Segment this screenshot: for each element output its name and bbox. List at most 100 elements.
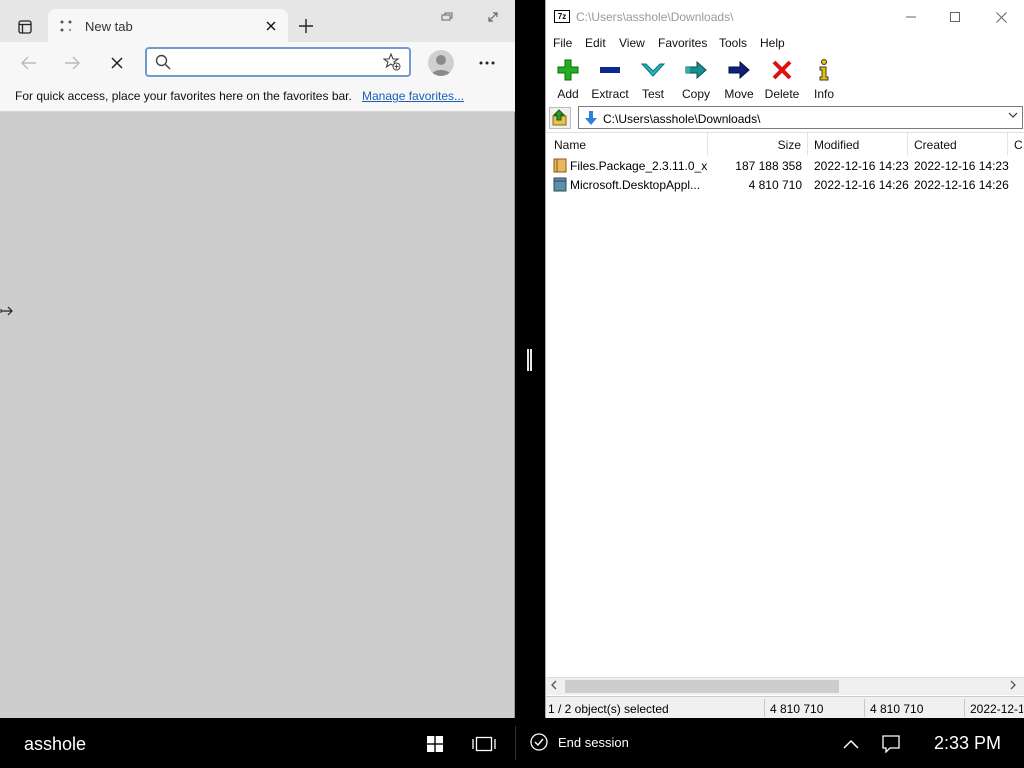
extract-icon <box>600 67 620 73</box>
column-header-created[interactable]: Created <box>908 133 1008 155</box>
add-button[interactable]: Add <box>546 58 590 102</box>
folder-up-button[interactable] <box>549 107 571 129</box>
favorites-bar-message: For quick access, place your favorites h… <box>15 89 352 103</box>
tab-new-tab[interactable]: New tab <box>48 9 288 42</box>
chevron-down-icon[interactable] <box>1008 110 1018 121</box>
column-header-extra[interactable]: C <box>1008 133 1024 155</box>
taskbar-clock[interactable]: 2:33 PM <box>934 733 1001 754</box>
back-button[interactable] <box>15 50 43 76</box>
column-header-size[interactable]: Size <box>708 133 808 155</box>
column-header-modified[interactable]: Modified <box>808 133 908 155</box>
path-combobox[interactable]: C:\Users\asshole\Downloads\ <box>578 106 1023 129</box>
taskbar-user-name: asshole <box>24 734 87 754</box>
test-button[interactable]: Test <box>631 58 675 102</box>
file-created: 2022-12-16 14:26 <box>914 178 1009 192</box>
menu-view[interactable]: View <box>619 36 645 50</box>
new-tab-button[interactable] <box>294 14 318 38</box>
resize-cursor-icon <box>0 304 14 321</box>
add-favorite-icon[interactable] <box>382 52 401 74</box>
restore-icon[interactable] <box>436 8 458 26</box>
notification-icon <box>882 735 900 753</box>
scroll-left-icon[interactable] <box>551 680 557 693</box>
navigation-bar <box>0 42 515 82</box>
copy-icon <box>685 60 707 80</box>
status-date: 2022-12-1 <box>970 702 1023 716</box>
more-options-icon[interactable] <box>474 51 500 75</box>
file-modified: 2022-12-16 14:26 <box>814 178 909 192</box>
sevenzip-app-icon: 7z <box>554 10 570 23</box>
extract-label: Extract <box>591 87 629 101</box>
delete-label: Delete <box>764 87 800 101</box>
forward-button[interactable] <box>58 50 86 76</box>
info-button[interactable]: Info <box>802 58 846 102</box>
browser-window: New tab For quick access, place your fav… <box>0 0 515 718</box>
search-icon <box>155 54 171 73</box>
tab-actions-icon[interactable] <box>12 15 38 39</box>
minimize-icon[interactable] <box>896 6 926 28</box>
copy-button[interactable]: Copy <box>674 58 718 102</box>
scroll-right-icon[interactable] <box>1010 680 1016 693</box>
close-icon[interactable] <box>986 6 1016 28</box>
snap-divider-handle[interactable] <box>527 349 532 371</box>
status-size: 4 810 710 <box>770 702 824 716</box>
window-title: C:\Users\asshole\Downloads\ <box>576 10 734 24</box>
download-folder-icon <box>583 110 599 129</box>
chevron-up-icon <box>843 739 859 749</box>
delete-icon <box>772 60 792 80</box>
address-input[interactable] <box>179 52 374 72</box>
manage-favorites-link[interactable]: Manage favorites... <box>362 89 464 103</box>
maximize-icon[interactable] <box>940 6 970 28</box>
start-button[interactable] <box>421 730 449 758</box>
windows-logo-icon <box>427 736 443 752</box>
taskbar: asshole End session 2:33 PM <box>0 718 1024 768</box>
stop-loading-button[interactable] <box>103 50 131 76</box>
end-session-button[interactable]: End session <box>530 733 629 751</box>
menu-tools[interactable]: Tools <box>719 36 747 50</box>
menu-help[interactable]: Help <box>760 36 785 50</box>
tab-strip: New tab <box>0 0 515 42</box>
status-selection: 1 / 2 object(s) selected <box>548 702 669 716</box>
table-row[interactable]: Files.Package_2.3.11.0_x... 187 188 358 … <box>546 156 1024 175</box>
toolbar: Add Extract Test Copy Move Delete Info <box>546 54 1024 104</box>
path-text: C:\Users\asshole\Downloads\ <box>603 112 761 126</box>
extract-button[interactable]: Extract <box>588 58 632 102</box>
path-bar: C:\Users\asshole\Downloads\ <box>546 105 1024 129</box>
sevenzip-titlebar: 7z C:\Users\asshole\Downloads\ <box>546 0 1024 32</box>
task-view-button[interactable] <box>470 730 498 758</box>
move-icon <box>728 60 750 80</box>
bundle-file-icon <box>553 177 567 192</box>
file-name: Microsoft.DesktopAppl... <box>570 178 701 192</box>
test-icon <box>641 63 665 77</box>
menu-edit[interactable]: Edit <box>585 36 606 50</box>
menu-file[interactable]: File <box>553 36 572 50</box>
action-center-button[interactable] <box>877 730 905 758</box>
check-circle-icon <box>530 733 548 751</box>
info-icon <box>819 59 829 81</box>
move-button[interactable]: Move <box>717 58 761 102</box>
delete-button[interactable]: Delete <box>760 58 804 102</box>
column-header-name[interactable]: Name <box>546 133 708 155</box>
menu-bar: File Edit View Favorites Tools Help <box>546 32 1024 54</box>
profile-avatar[interactable] <box>428 50 454 76</box>
task-view-icon <box>472 736 496 752</box>
expand-icon[interactable] <box>482 8 504 26</box>
tab-close-icon[interactable] <box>262 17 280 35</box>
show-hidden-icons-button[interactable] <box>837 730 865 758</box>
file-list: Name Size Modified Created C Files.Packa… <box>546 132 1024 677</box>
file-created: 2022-12-16 14:23 <box>914 159 1009 173</box>
menu-favorites[interactable]: Favorites <box>658 36 707 50</box>
sevenzip-window: 7z C:\Users\asshole\Downloads\ File Edit… <box>545 0 1024 718</box>
file-size: 4 810 710 <box>748 178 802 192</box>
info-label: Info <box>813 87 834 101</box>
scrollbar-thumb[interactable] <box>565 680 839 693</box>
horizontal-scrollbar[interactable] <box>546 677 1024 695</box>
table-row[interactable]: Microsoft.DesktopAppl... 4 810 710 2022-… <box>546 175 1024 194</box>
copy-label: Copy <box>681 87 710 101</box>
status-bar: 1 / 2 object(s) selected 4 810 710 4 810… <box>546 696 1024 718</box>
package-file-icon <box>553 158 567 173</box>
file-size: 187 188 358 <box>735 159 802 173</box>
add-label: Add <box>557 87 579 101</box>
file-name: Files.Package_2.3.11.0_x... <box>570 159 708 173</box>
test-label: Test <box>641 87 664 101</box>
address-bar[interactable] <box>145 47 411 77</box>
